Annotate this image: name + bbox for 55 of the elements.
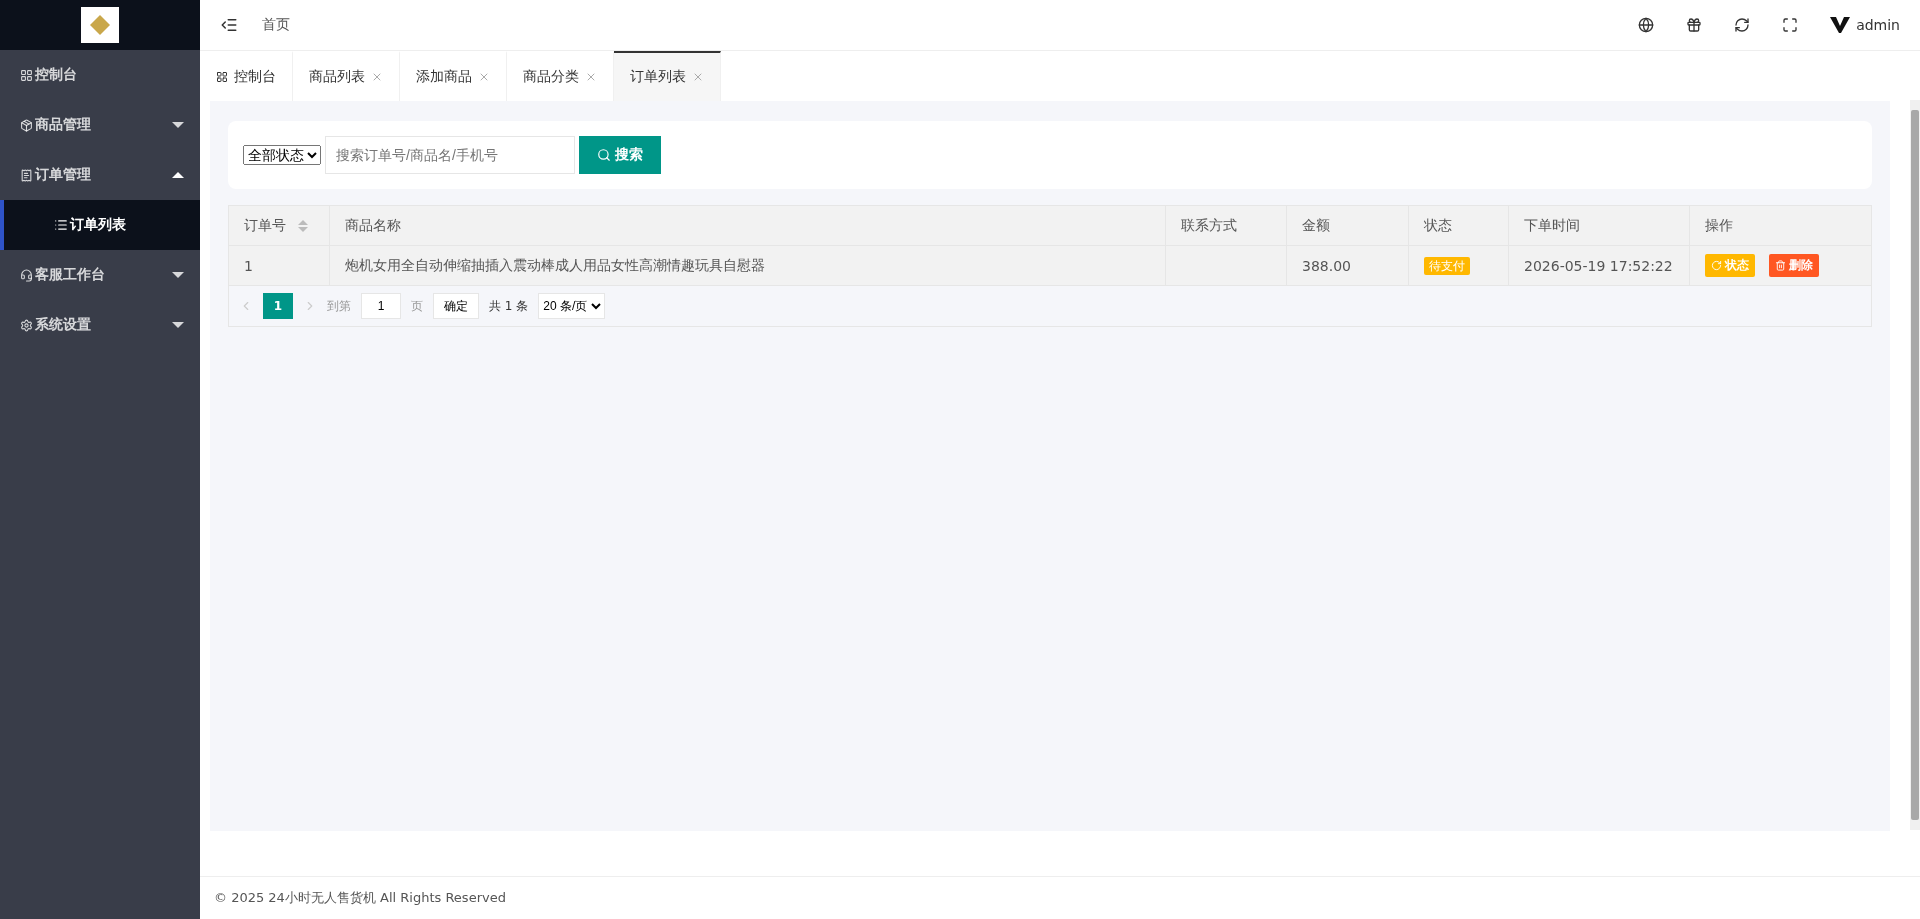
close-icon[interactable] <box>585 71 597 83</box>
goto-label: 到第 <box>327 297 351 315</box>
sort-icon[interactable] <box>298 219 308 232</box>
avatar-logo-icon <box>1830 17 1851 33</box>
globe-icon[interactable] <box>1638 17 1655 33</box>
receipt-icon <box>20 168 33 182</box>
search-icon <box>597 148 611 162</box>
grid-icon <box>20 68 33 82</box>
close-icon[interactable] <box>371 71 383 83</box>
tab[interactable]: 订单列表 <box>614 51 721 101</box>
table-cell: 1 <box>228 245 330 286</box>
total-count: 共 1 条 <box>489 297 529 315</box>
column-header: 操作 <box>1689 205 1872 246</box>
trash-icon <box>1775 260 1786 271</box>
search-field[interactable]: 搜索订单号/商品名/手机号 <box>325 136 575 174</box>
scrollbar[interactable] <box>1910 100 1920 830</box>
user-menu[interactable]: admin <box>1830 17 1900 33</box>
dashboard-icon <box>216 71 228 83</box>
search-button[interactable]: 搜索 <box>579 136 661 174</box>
headset-icon <box>20 268 33 282</box>
sidebar-item[interactable]: 订单管理 <box>0 150 200 200</box>
sidebar-item[interactable]: 控制台 <box>0 50 200 100</box>
menu-icon[interactable] <box>220 16 238 34</box>
column-header: 金额 <box>1286 205 1409 246</box>
sidebar-item[interactable]: 客服工作台 <box>0 250 200 300</box>
box-icon <box>20 118 33 132</box>
breadcrumb[interactable]: 首页 <box>262 16 290 34</box>
page-number[interactable]: 1 <box>263 293 293 319</box>
column-header: 下单时间 <box>1508 205 1690 246</box>
column-header: 状态 <box>1408 205 1509 246</box>
sidebar-subitem[interactable]: 订单列表 <box>0 200 200 250</box>
sidebar-item[interactable]: 商品管理 <box>0 100 200 150</box>
table-cell: 388.00 <box>1286 245 1409 286</box>
table-cell: 2026-05-19 17:52:22 <box>1508 245 1690 286</box>
refresh-icon[interactable] <box>1734 17 1751 33</box>
column-header: 商品名称 <box>329 205 1166 246</box>
refresh-icon <box>1711 260 1722 271</box>
status-select[interactable]: 全部状态 <box>243 145 321 165</box>
status-tag: 待支付 <box>1424 256 1470 275</box>
sidebar-item[interactable]: 系统设置 <box>0 300 200 350</box>
logo-icon <box>81 7 119 43</box>
page-input[interactable]: 1 <box>361 293 401 319</box>
gift-icon[interactable] <box>1686 17 1703 33</box>
page-size-select[interactable]: 20 条/页 <box>538 293 606 319</box>
column-title: 订单号 <box>244 216 286 233</box>
gear-icon <box>20 318 33 332</box>
column-header: 联系方式 <box>1165 205 1287 246</box>
footer-text: © 2025 24小时无人售货机 All Rights Reserved <box>200 876 1920 919</box>
fullscreen-icon[interactable] <box>1782 17 1799 33</box>
page-unit: 页 <box>411 297 423 315</box>
table-cell: 炮机女用全自动伸缩抽插入震动棒成人用品女性高潮情趣玩具自慰器 <box>329 245 1166 286</box>
close-icon[interactable] <box>478 71 490 83</box>
confirm-button[interactable]: 确定 <box>433 293 479 319</box>
close-icon[interactable] <box>692 71 704 83</box>
list-icon <box>54 218 68 232</box>
